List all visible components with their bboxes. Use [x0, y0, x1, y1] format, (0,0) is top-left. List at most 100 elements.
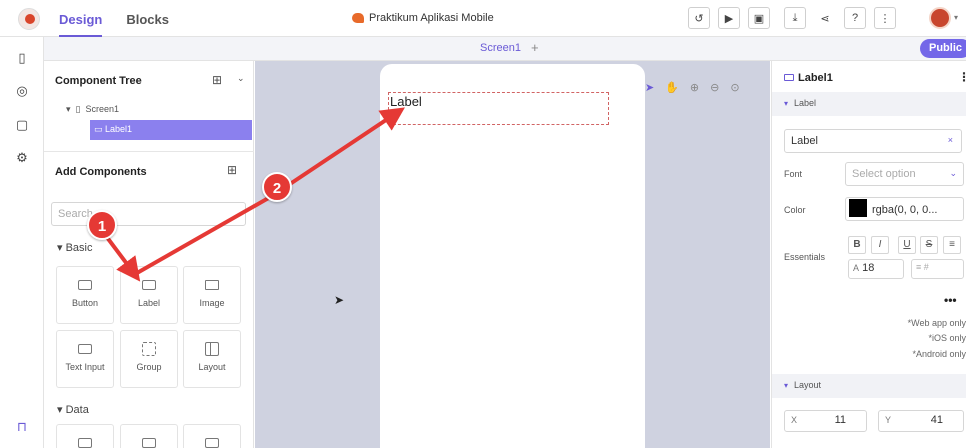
screen-tab-bar: Screen1 + Public	[44, 37, 966, 61]
component-label: Group	[136, 362, 162, 372]
component-search-input[interactable]: Search	[51, 202, 246, 226]
tree-item-label1[interactable]: ▭ Label1	[90, 120, 252, 140]
toolbar-icons: ↺ ▶ ▣ ⤓ ⋖ ? ⋮	[688, 7, 904, 29]
align-icon[interactable]: ≡	[943, 236, 961, 254]
pointer-icon[interactable]: ➤	[645, 81, 654, 94]
component-label: Button	[71, 298, 99, 308]
component-data-list[interactable]	[120, 424, 178, 448]
zoom-in-icon[interactable]: ⊕	[690, 81, 699, 94]
add-screen-icon[interactable]: +	[531, 40, 539, 55]
device-preview-icon[interactable]: ▣	[748, 7, 770, 29]
more-icon[interactable]: ⋮	[874, 7, 896, 29]
component-group[interactable]: Group	[120, 330, 178, 388]
app-logo[interactable]	[18, 8, 40, 30]
history-icon[interactable]: ↺	[688, 7, 710, 29]
tab-blocks[interactable]: Blocks	[126, 0, 169, 37]
image-icon	[205, 280, 219, 290]
section-basic-label: Basic	[65, 242, 93, 254]
settings-icon[interactable]: ⚙	[12, 148, 32, 168]
more-options-icon[interactable]: •••	[944, 293, 957, 307]
component-grid[interactable]	[183, 424, 241, 448]
properties-panel: Label1 ⋮ ▾ Label Label × Font Select opti…	[771, 61, 966, 448]
tree-item-screen[interactable]: ▾ ▯ Screen1	[66, 104, 119, 115]
lock-icon[interactable]: ⊓	[12, 417, 32, 437]
tab-design[interactable]: Design	[59, 0, 103, 37]
layout-icon	[205, 342, 219, 356]
caret-down-icon: ▾	[784, 99, 789, 108]
project-name: Praktikum Aplikasi Mobile	[369, 12, 494, 24]
font-placeholder: Select option	[852, 168, 916, 180]
bold-button[interactable]: B	[848, 236, 866, 254]
font-select[interactable]: Select option ⌄	[845, 162, 964, 186]
zoom-out-icon[interactable]: ⊖	[710, 81, 719, 94]
text-input-icon	[78, 344, 92, 354]
collapse-tree-icon[interactable]: ⊞	[212, 73, 222, 87]
chevron-down-icon[interactable]: ⌄	[237, 73, 245, 84]
component-label[interactable]: Label	[120, 266, 178, 324]
font-size-icon: A	[853, 263, 860, 273]
add-component-icon[interactable]: ⊞	[227, 163, 237, 177]
strikethrough-button[interactable]: S	[920, 236, 938, 254]
component-text-input[interactable]: Text Input	[56, 330, 114, 388]
note-web: *Web app only	[907, 318, 966, 328]
component-list[interactable]	[56, 424, 114, 448]
design-canvas[interactable]: Label ➤ ✋ ⊕ ⊖ ⊙	[255, 61, 770, 448]
mouse-cursor-icon: ➤	[334, 293, 345, 307]
group-icon	[142, 342, 156, 356]
more-icon[interactable]: ⋮	[958, 70, 966, 84]
italic-button[interactable]: I	[871, 236, 889, 254]
list-icon	[78, 438, 92, 448]
tree-item-label: Screen1	[85, 104, 120, 114]
section-layout[interactable]: ▾ Layout	[772, 374, 966, 398]
color-value: rgba(0, 0, 0...	[872, 203, 938, 216]
export-icon[interactable]: ⤓	[784, 7, 806, 29]
color-picker[interactable]: rgba(0, 0, 0...	[845, 197, 964, 221]
font-label: Font	[784, 169, 803, 179]
font-size-value: 18	[862, 262, 875, 274]
component-layout[interactable]: Layout	[183, 330, 241, 388]
section-data[interactable]: ▾ Data	[57, 403, 89, 416]
expand-caret-icon: ▾	[66, 104, 71, 114]
screen-tab[interactable]: Screen1	[480, 42, 521, 54]
section-basic[interactable]: ▾ Basic	[57, 241, 92, 254]
component-label: Text Input	[65, 362, 105, 372]
label-text-input[interactable]: Label ×	[784, 129, 962, 153]
help-icon[interactable]: ?	[844, 7, 866, 29]
user-avatar[interactable]	[929, 7, 951, 29]
play-preview-icon[interactable]: ▶	[718, 7, 740, 29]
font-size-input[interactable]: A 18	[848, 259, 904, 279]
section-data-label: Data	[65, 404, 89, 416]
component-image[interactable]: Image	[183, 266, 241, 324]
color-swatch	[849, 199, 867, 217]
label-component-icon	[784, 74, 794, 81]
hand-icon[interactable]: ✋	[665, 81, 679, 94]
y-position-input[interactable]: Y 41	[878, 410, 964, 432]
x-label: X	[791, 415, 798, 425]
divider	[44, 151, 254, 152]
screens-icon[interactable]: ▯	[12, 48, 32, 68]
left-panel: Component Tree ⊞ ⌄ ▾ ▯ Screen1 ▭ Label1 …	[44, 61, 254, 448]
essentials-label: Essentials	[784, 252, 826, 262]
component-button[interactable]: Button	[56, 266, 114, 324]
note-android: *Android only	[912, 349, 966, 359]
button-icon	[78, 280, 92, 290]
line-height-input[interactable]: ≡ #	[911, 259, 964, 279]
assets-icon[interactable]: ▢	[12, 115, 32, 135]
database-icon[interactable]: ◎	[12, 81, 32, 101]
note-ios: *iOS only	[928, 333, 966, 343]
fit-screen-icon[interactable]: ⊙	[730, 81, 739, 94]
section-label[interactable]: ▾ Label	[772, 92, 966, 116]
share-icon[interactable]: ⋖	[814, 7, 836, 29]
component-label: Image	[199, 298, 225, 308]
phone-frame[interactable]: Label	[380, 64, 645, 448]
section-layout-title: Layout	[794, 380, 822, 390]
selected-component-name: Label1	[798, 72, 833, 84]
underline-button[interactable]: U	[898, 236, 916, 254]
add-components-title: Add Components	[55, 166, 147, 178]
left-rail: ▯ ◎ ▢ ⚙ ⊓	[0, 37, 44, 448]
clear-icon[interactable]: ×	[948, 135, 953, 145]
x-position-input[interactable]: X 11	[784, 410, 867, 432]
chevron-down-icon[interactable]: ▾	[954, 13, 958, 22]
public-button[interactable]: Public	[920, 39, 966, 58]
canvas-label-component[interactable]: Label	[388, 92, 609, 125]
